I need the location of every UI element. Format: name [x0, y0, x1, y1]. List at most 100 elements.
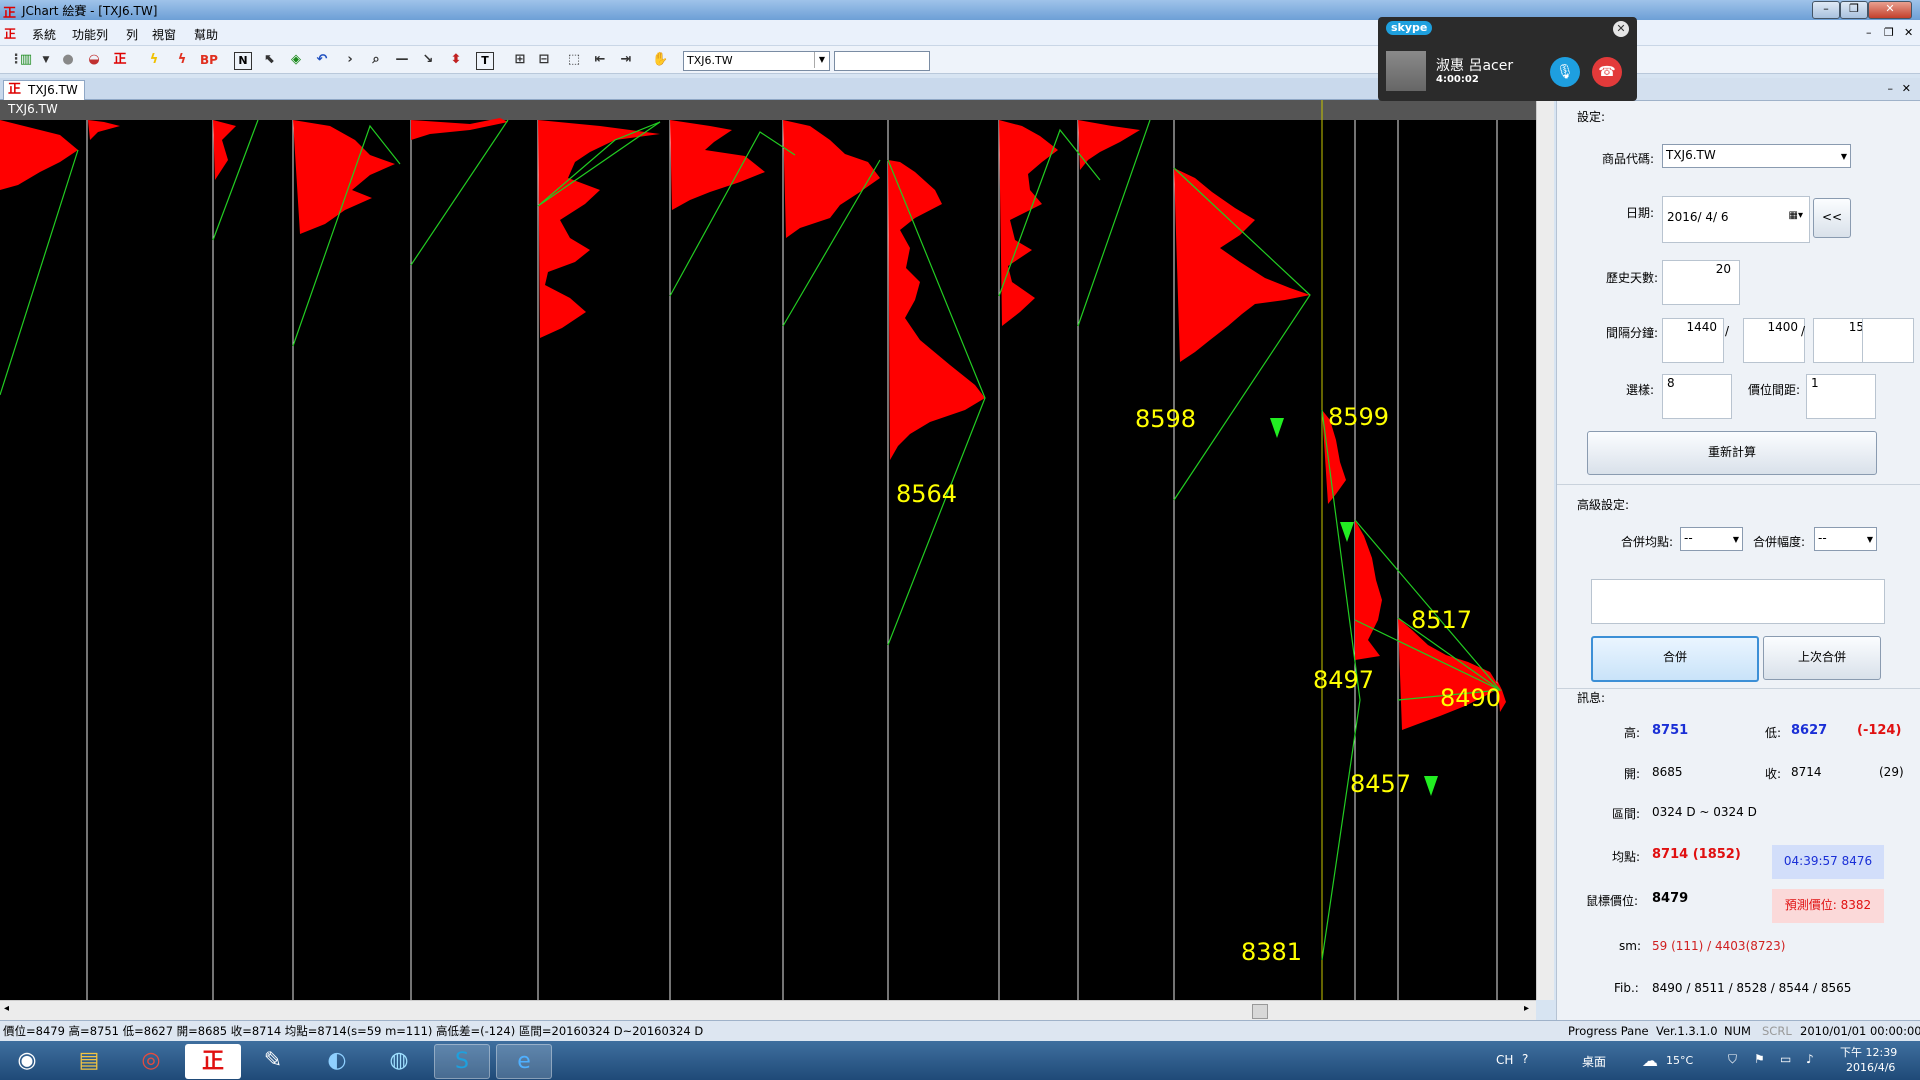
samples-label: 選樣:	[1626, 383, 1655, 397]
menu-row[interactable]: 列	[126, 26, 138, 43]
merge-range-select[interactable]: -- ▼	[1814, 527, 1877, 551]
logo-icon[interactable]: 正	[112, 52, 128, 68]
menu-window[interactable]: 視窗	[152, 26, 176, 43]
samples-input[interactable]: 8	[1662, 374, 1732, 419]
scroll-left-icon[interactable]: ◂	[4, 1003, 9, 1014]
flag-icon[interactable]: ⚑	[1754, 1052, 1765, 1066]
language-indicator[interactable]: CH	[1496, 1053, 1513, 1067]
explorer-icon[interactable]: ▤	[62, 1044, 116, 1077]
skype-icon[interactable]: S	[434, 1044, 490, 1079]
status-version: Ver.1.3.1.0	[1656, 1024, 1718, 1038]
merge-text-area[interactable]	[1591, 579, 1885, 624]
scroll-right-icon[interactable]: ▸	[1524, 1003, 1529, 1014]
avg-label: 均點:	[1612, 850, 1641, 864]
network-icon[interactable]: ▭	[1780, 1052, 1791, 1066]
minus-icon[interactable]: ⊟	[536, 52, 552, 68]
clock-time[interactable]: 下午 12:39	[1840, 1044, 1897, 1060]
move-icon[interactable]: ⬍	[448, 52, 464, 68]
maximize-button[interactable]: ❐	[1840, 1, 1868, 19]
date-picker[interactable]: 2016/ 4/ 6 ▦▾	[1662, 196, 1810, 243]
fwd-icon[interactable]: ⇥	[618, 52, 634, 68]
sm-value: 59 (111) / 4403(8723)	[1652, 939, 1786, 953]
interval-input-2[interactable]: 1400	[1743, 318, 1805, 363]
interval-input-4[interactable]	[1862, 318, 1914, 363]
cursor-icon[interactable]: ⬉	[262, 52, 278, 68]
chart-icon[interactable]: ▥	[18, 52, 34, 68]
calendar-icon[interactable]: ▦▾	[1789, 197, 1803, 235]
lightning-icon[interactable]: ϟ	[146, 52, 162, 68]
back-icon[interactable]: ⇤	[592, 52, 608, 68]
jchart-icon[interactable]: 正	[185, 1044, 241, 1079]
hang-up-icon[interactable]: ☎	[1592, 57, 1622, 87]
edge-icon[interactable]: ◐	[310, 1044, 364, 1077]
minimize-button[interactable]: –	[1812, 1, 1840, 19]
interval-input-1[interactable]: 1440	[1662, 318, 1724, 363]
recalculate-button[interactable]: 重新計算	[1587, 431, 1877, 475]
dropdown-arrow-icon[interactable]: ▼	[38, 52, 54, 68]
search-input[interactable]	[834, 51, 930, 71]
merge-range-value: --	[1818, 531, 1827, 545]
circle-icon[interactable]: ●	[60, 52, 76, 68]
history-input[interactable]: 20	[1662, 260, 1740, 305]
undo-icon[interactable]: ↶	[314, 52, 330, 68]
child-minimize-button[interactable]: –	[1866, 26, 1872, 39]
show-desktop-label[interactable]: 桌面	[1582, 1053, 1606, 1070]
merge-button[interactable]: 合併	[1591, 636, 1759, 682]
ie-icon[interactable]: e	[496, 1044, 552, 1079]
high-label: 高:	[1624, 726, 1641, 740]
scroll-thumb[interactable]	[1252, 1004, 1268, 1019]
child-close-button[interactable]: ✕	[1904, 26, 1913, 39]
market-profile-chart[interactable]: TXJ6.TW 8598 8599 8564 8517 8497 8490 84…	[0, 100, 1536, 1000]
pen-icon[interactable]: ✎	[246, 1044, 300, 1077]
chart-canvas[interactable]: 8598 8599 8564 8517 8497 8490 8457 8381	[0, 100, 1536, 1000]
panel-minimize-icon[interactable]: –	[1888, 82, 1894, 95]
symbol-select[interactable]: TXJ6.TW ▼	[1662, 144, 1851, 168]
mouse-price-label: 鼠標價位:	[1586, 894, 1639, 908]
stop-icon[interactable]: ◒	[86, 52, 102, 68]
last-merge-button[interactable]: 上次合併	[1763, 636, 1881, 680]
date-back-button[interactable]: <<	[1813, 198, 1851, 238]
app-icon[interactable]: ◍	[372, 1044, 426, 1077]
shield-icon[interactable]: ⛉	[1728, 1052, 1737, 1067]
hline-icon[interactable]: —	[394, 52, 410, 68]
merge-avg-select[interactable]: -- ▼	[1680, 527, 1743, 551]
symbol-combo[interactable]: TXJ6.TW ▼	[683, 51, 830, 71]
lightning2-icon[interactable]: ϟ	[174, 52, 190, 68]
bp-button[interactable]: BP	[198, 52, 220, 68]
chrome-icon[interactable]: ◎	[124, 1044, 178, 1077]
panel-close-icon[interactable]: ✕	[1902, 82, 1911, 95]
text-button[interactable]: T	[476, 52, 494, 70]
horizontal-scrollbar[interactable]: ◂ ▸	[0, 1000, 1536, 1020]
high-low-diff: (-124)	[1857, 723, 1902, 738]
skype-close-icon[interactable]: ✕	[1613, 21, 1629, 37]
time-price-box: 04:39:57 8476	[1772, 845, 1884, 879]
n-button[interactable]: N	[234, 52, 252, 70]
range-label: 區間:	[1612, 807, 1641, 821]
microphone-icon[interactable]: 🎙	[1550, 57, 1580, 87]
child-restore-button[interactable]: ❐	[1884, 26, 1894, 39]
diag-icon[interactable]: ↘	[420, 52, 436, 68]
menu-help[interactable]: 幫助	[194, 26, 218, 43]
status-progress: Progress Pane	[1568, 1024, 1649, 1038]
cube-icon[interactable]: ◈	[288, 52, 304, 68]
help-icon[interactable]: ?	[1522, 1052, 1528, 1066]
menu-functions[interactable]: 功能列	[72, 26, 108, 43]
close-button[interactable]: ✕	[1868, 1, 1912, 19]
price-gap-input[interactable]: 1	[1806, 374, 1876, 419]
close-value: 8714	[1791, 765, 1822, 779]
arrow-icon[interactable]: ›	[342, 52, 358, 68]
clock-date[interactable]: 2016/4/6	[1846, 1061, 1895, 1074]
plus-icon[interactable]: ⊞	[512, 52, 528, 68]
vertical-scrollbar[interactable]	[1536, 100, 1554, 1000]
volume-icon[interactable]: ♪	[1806, 1052, 1814, 1066]
select-icon[interactable]: ⬚	[566, 52, 582, 68]
interval-separator: /	[1725, 324, 1730, 338]
skype-call-window[interactable]: skype ✕ 淑惠 呂acer 4:00:02 🎙 ☎	[1378, 17, 1637, 101]
trend-lines	[0, 119, 1502, 961]
start-orb-icon[interactable]: ◉	[3, 1044, 51, 1077]
hand-icon[interactable]: ✋	[652, 52, 668, 68]
tab-txj6[interactable]: 正 TXJ6.TW	[3, 80, 85, 100]
zoom-icon[interactable]: ⌕	[368, 52, 384, 68]
taskbar: ◉ ▤ ◎ 正 ✎ ◐ ◍ S e CH ? 桌面 ☁ 15°C ⛉ ⚑ ▭ ♪…	[0, 1041, 1920, 1080]
menu-system[interactable]: 系統	[32, 26, 56, 43]
